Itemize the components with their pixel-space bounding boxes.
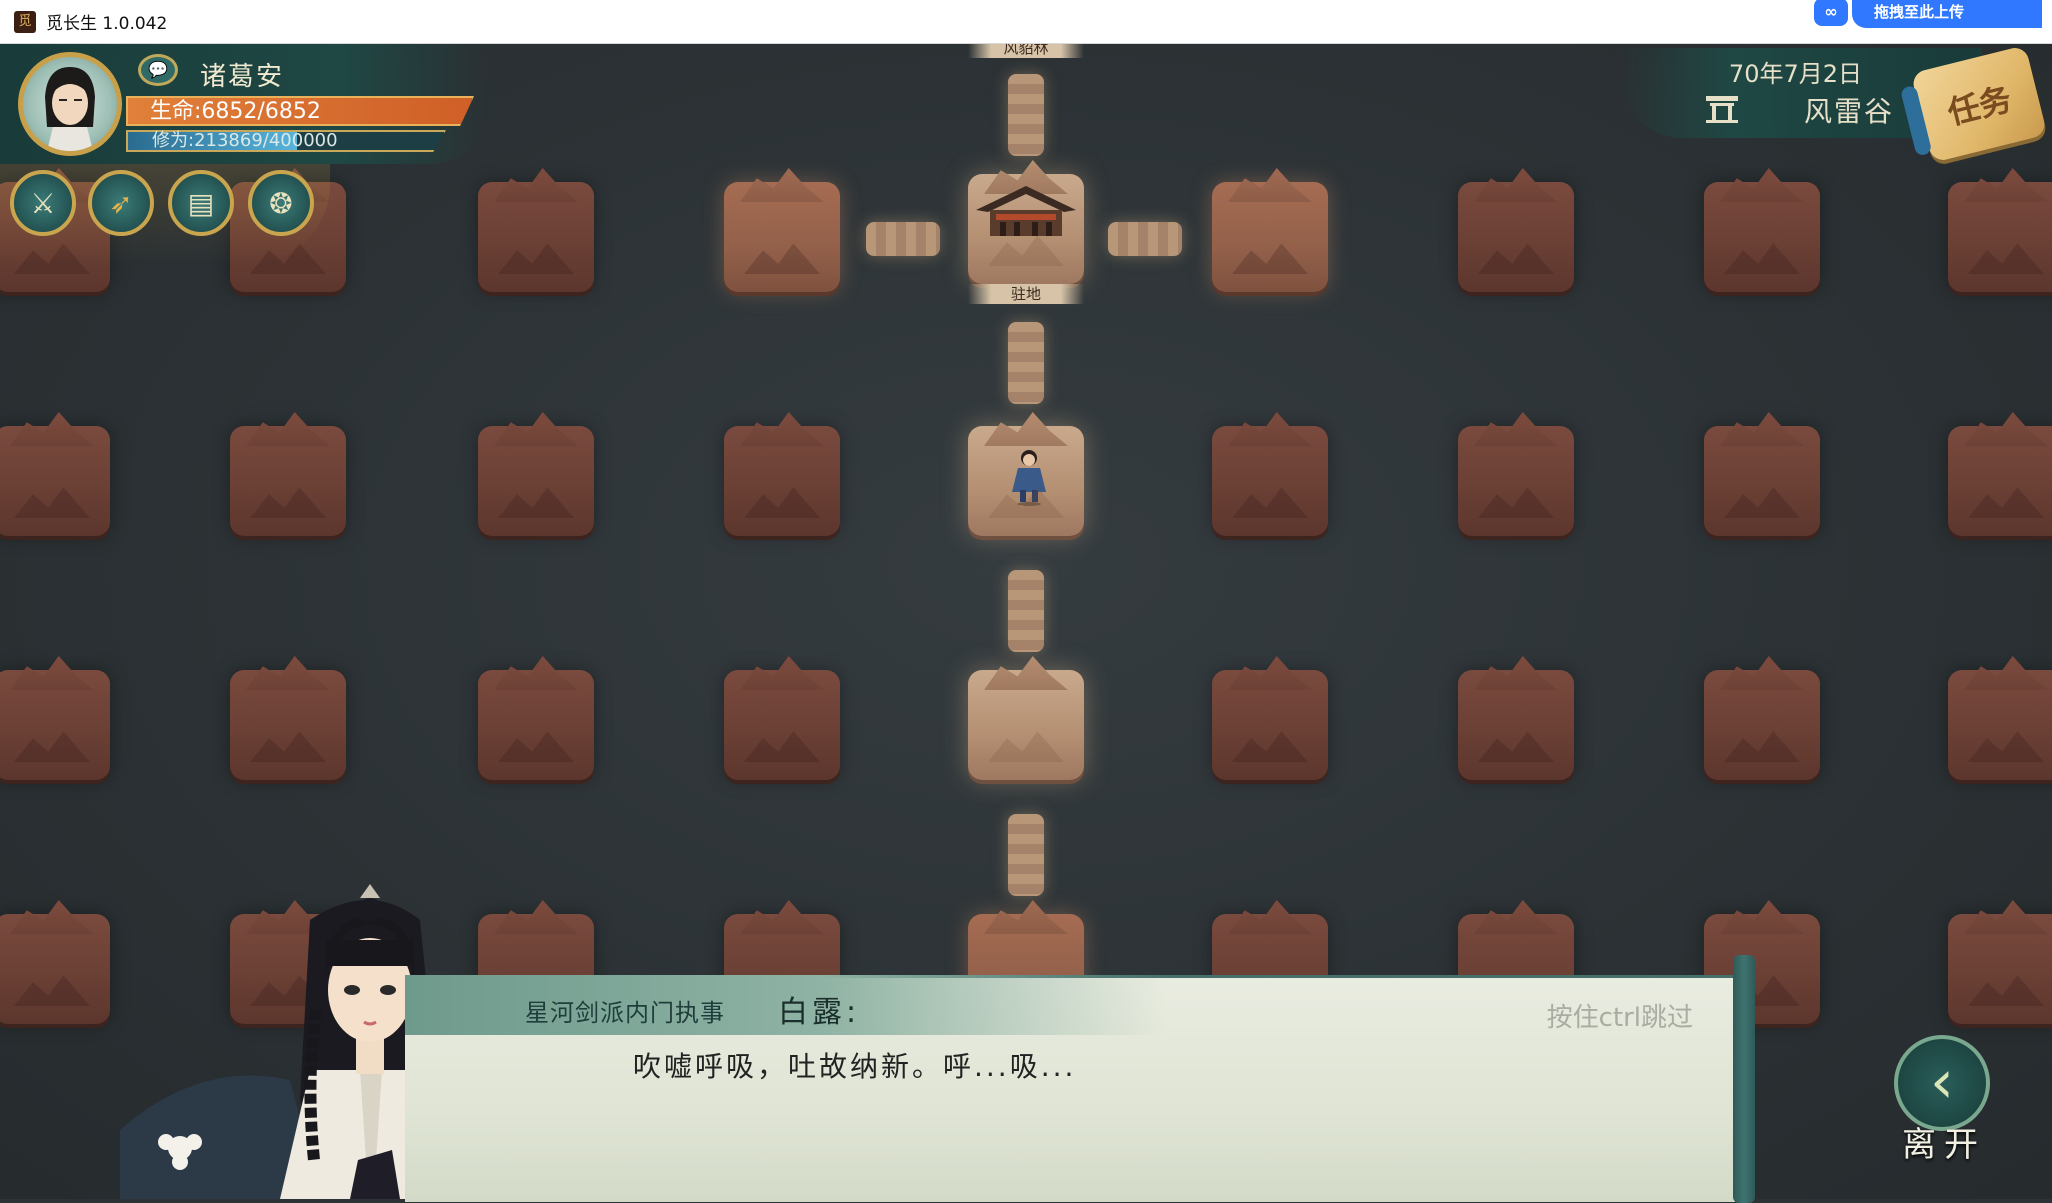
map-tile[interactable] <box>1948 914 2052 1024</box>
map-tile[interactable] <box>1458 426 1574 536</box>
map-tile[interactable] <box>1704 426 1820 536</box>
map-tile[interactable] <box>230 670 346 780</box>
avatar-portrait-icon <box>45 67 95 151</box>
map-tile[interactable] <box>230 426 346 536</box>
map-path <box>866 222 940 256</box>
feather-icon: ➶ <box>109 186 133 220</box>
task-button-label: 任务 <box>1943 79 2016 133</box>
gate-icon <box>1706 96 1738 123</box>
cultivation-value: 213869/400000 <box>194 130 338 151</box>
window-title: 觅长生 1.0.042 <box>46 14 168 34</box>
player-hud: 💬 诸葛安 生命:6852/6852 修为:213869/400000 ⚔ ➶ … <box>0 44 500 294</box>
map-tile[interactable] <box>724 670 840 780</box>
map-tile[interactable] <box>1212 182 1328 292</box>
location-label-top: 风貂林 <box>968 44 1084 58</box>
player-name: 诸葛安 <box>200 62 285 92</box>
hp-label: 生命: <box>150 99 202 124</box>
speaker-title: 星河剑派内门执事 <box>525 999 725 1027</box>
map-tile[interactable] <box>724 182 840 292</box>
map-tile[interactable] <box>0 670 110 780</box>
base-tile[interactable] <box>968 174 1084 284</box>
location-label-base: 驻地 <box>968 284 1084 304</box>
skill-button-map[interactable]: ▤ <box>168 170 234 236</box>
map-path <box>1008 322 1044 404</box>
status-hud: 70年7月2日 风雷谷 任务 <box>1582 44 2052 164</box>
map-scroll-icon: ▤ <box>187 186 215 220</box>
map-tile[interactable] <box>1212 426 1328 536</box>
current-tile[interactable] <box>968 426 1084 536</box>
map-tile[interactable] <box>0 426 110 536</box>
map-tile[interactable] <box>1948 182 2052 292</box>
speaker-name: 白露: <box>778 995 861 1030</box>
skip-hint: 按住ctrl跳过 <box>1546 1003 1693 1033</box>
dialog-text: 吹嘘呼吸，吐故纳新。呼...吸... <box>633 1050 1077 1083</box>
map-tile[interactable] <box>0 914 110 1024</box>
pavilion-icon <box>976 186 1076 236</box>
map-tile[interactable] <box>478 426 594 536</box>
current-location: 风雷谷 <box>1803 95 1894 128</box>
map-tile[interactable] <box>724 426 840 536</box>
cultivation-label: 修为: <box>152 130 195 151</box>
player-character-icon <box>1012 450 1046 506</box>
map-tile[interactable] <box>1704 670 1820 780</box>
sword-icon: ⚔ <box>30 186 56 220</box>
map-tile[interactable] <box>1948 426 2052 536</box>
rune-scroll-icon: ❂ <box>269 186 293 220</box>
skill-button-rune[interactable]: ❂ <box>248 170 314 236</box>
map-path <box>1008 74 1044 156</box>
app-icon: 觅 <box>14 10 36 33</box>
upload-drop-badge[interactable]: ∞ 拖拽至此上传 <box>1814 0 2042 28</box>
map-path <box>1008 570 1044 652</box>
game-date: 70年7月2日 <box>1728 60 1862 88</box>
dialog-box[interactable]: 星河剑派内门执事 白露: 按住ctrl跳过 吹嘘呼吸，吐故纳新。呼...吸... <box>405 955 1755 1203</box>
map-tile[interactable] <box>968 670 1084 780</box>
map-tile[interactable] <box>1704 182 1820 292</box>
hp-value: 6852/6852 <box>201 99 321 124</box>
map-path <box>1008 814 1044 896</box>
hp-readout: 生命:6852/6852 <box>150 98 321 126</box>
player-avatar[interactable] <box>18 52 122 156</box>
leave-button[interactable]: ‹ 离开 <box>1874 1035 2004 1165</box>
map-tile[interactable] <box>478 670 594 780</box>
upload-drop-label: 拖拽至此上传 <box>1874 3 1965 21</box>
scroll-roller-icon <box>1733 955 1755 1203</box>
cultivation-readout: 修为:213869/400000 <box>152 130 338 152</box>
skill-button-feather[interactable]: ➶ <box>88 170 154 236</box>
leave-button-label: 离开 <box>1902 1125 1986 1165</box>
map-tile[interactable] <box>1948 670 2052 780</box>
map-tile[interactable] <box>1458 182 1574 292</box>
chat-icon[interactable]: 💬 <box>138 54 178 86</box>
map-tile[interactable] <box>1212 670 1328 780</box>
baidu-netdisk-icon: ∞ <box>1814 0 1848 26</box>
window-titlebar: 觅 觅长生 1.0.042 ∞ 拖拽至此上传 <box>0 0 2052 44</box>
map-path <box>1108 222 1182 256</box>
skill-button-sword[interactable]: ⚔ <box>10 170 76 236</box>
map-tile[interactable] <box>1458 670 1574 780</box>
